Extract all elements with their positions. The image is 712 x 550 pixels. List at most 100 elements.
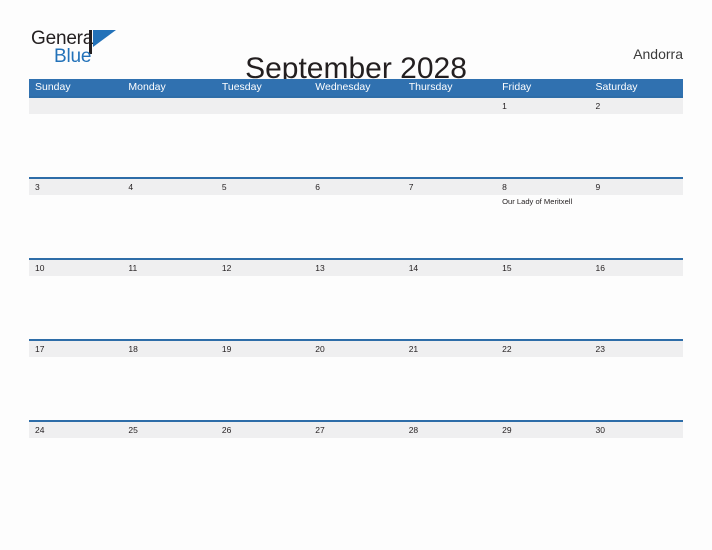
day-cell[interactable]: [403, 195, 496, 258]
day-number[interactable]: 7: [403, 179, 496, 195]
day-number[interactable]: 25: [122, 422, 215, 438]
week-date-band: 3 4 5 6 7 8 9: [29, 177, 683, 195]
day-cell[interactable]: [309, 276, 402, 339]
day-cell[interactable]: [496, 357, 589, 420]
day-cell[interactable]: [496, 114, 589, 177]
day-number[interactable]: 19: [216, 341, 309, 357]
day-number[interactable]: 24: [29, 422, 122, 438]
flag-banner: [93, 30, 116, 47]
day-cell[interactable]: [590, 114, 683, 177]
day-cell[interactable]: [403, 276, 496, 339]
day-cell[interactable]: [122, 357, 215, 420]
day-number[interactable]: 13: [309, 260, 402, 276]
day-number[interactable]: [309, 98, 402, 114]
day-cell[interactable]: [590, 195, 683, 258]
day-number[interactable]: 2: [590, 98, 683, 114]
calendar-page: General Blue September 2028 Andorra Sund…: [0, 0, 712, 550]
day-cell[interactable]: [29, 357, 122, 420]
day-number[interactable]: 9: [590, 179, 683, 195]
week-event-area: [29, 357, 683, 420]
calendar-grid: Sunday Monday Tuesday Wednesday Thursday…: [29, 79, 683, 501]
flag-triangle-icon: [89, 30, 116, 54]
week-event-area: [29, 438, 683, 501]
day-cell[interactable]: [122, 276, 215, 339]
day-number[interactable]: 22: [496, 341, 589, 357]
day-number[interactable]: 4: [122, 179, 215, 195]
week-event-area: [29, 114, 683, 177]
week-event-area: Our Lady of Meritxell: [29, 195, 683, 258]
day-number[interactable]: 14: [403, 260, 496, 276]
day-number[interactable]: 6: [309, 179, 402, 195]
day-cell[interactable]: [309, 438, 402, 501]
day-cell[interactable]: [309, 114, 402, 177]
day-event-holiday: Our Lady of Meritxell: [502, 197, 573, 206]
day-number[interactable]: 5: [216, 179, 309, 195]
day-number[interactable]: 11: [122, 260, 215, 276]
day-cell[interactable]: [216, 276, 309, 339]
day-number[interactable]: 8: [496, 179, 589, 195]
day-header-wednesday: Wednesday: [315, 81, 371, 93]
day-cell[interactable]: [216, 438, 309, 501]
day-number[interactable]: 15: [496, 260, 589, 276]
day-cell[interactable]: [122, 438, 215, 501]
day-cell[interactable]: [29, 276, 122, 339]
day-cell[interactable]: [216, 357, 309, 420]
day-header-sunday: Sunday: [35, 81, 71, 93]
day-cell[interactable]: [496, 276, 589, 339]
day-cell[interactable]: [403, 114, 496, 177]
day-cell[interactable]: [496, 438, 589, 501]
day-of-week-header-row: Sunday Monday Tuesday Wednesday Thursday…: [29, 79, 683, 96]
day-number[interactable]: 12: [216, 260, 309, 276]
day-number[interactable]: 23: [590, 341, 683, 357]
day-cell[interactable]: [29, 438, 122, 501]
country-label: Andorra: [633, 46, 683, 62]
week-date-band: 24 25 26 27 28 29 30: [29, 420, 683, 438]
day-number[interactable]: 28: [403, 422, 496, 438]
day-number[interactable]: 20: [309, 341, 402, 357]
day-cell[interactable]: [403, 357, 496, 420]
day-number[interactable]: 16: [590, 260, 683, 276]
day-number[interactable]: 17: [29, 341, 122, 357]
day-number[interactable]: [122, 98, 215, 114]
week-date-band: 10 11 12 13 14 15 16: [29, 258, 683, 276]
day-header-friday: Friday: [502, 81, 532, 93]
day-number[interactable]: [216, 98, 309, 114]
day-number[interactable]: 10: [29, 260, 122, 276]
day-number[interactable]: 3: [29, 179, 122, 195]
calendar-week-row: 10 11 12 13 14 15 16: [29, 258, 683, 339]
day-cell[interactable]: [216, 195, 309, 258]
day-cell[interactable]: [122, 195, 215, 258]
day-cell-holiday[interactable]: Our Lady of Meritxell: [496, 195, 589, 258]
day-cell[interactable]: [590, 357, 683, 420]
week-date-band: 1 2: [29, 96, 683, 114]
page-header: General Blue September 2028 Andorra: [0, 0, 712, 86]
day-cell[interactable]: [29, 114, 122, 177]
day-cell[interactable]: [29, 195, 122, 258]
day-cell[interactable]: [403, 438, 496, 501]
day-number[interactable]: 30: [590, 422, 683, 438]
day-cell[interactable]: [216, 114, 309, 177]
day-cell[interactable]: [309, 195, 402, 258]
day-number[interactable]: 29: [496, 422, 589, 438]
day-cell[interactable]: [309, 357, 402, 420]
calendar-week-row: 1 2: [29, 96, 683, 177]
day-header-tuesday: Tuesday: [221, 81, 262, 93]
day-number[interactable]: 21: [403, 341, 496, 357]
week-date-band: 17 18 19 20 21 22 23: [29, 339, 683, 357]
day-number[interactable]: 18: [122, 341, 215, 357]
day-number[interactable]: [29, 98, 122, 114]
day-number[interactable]: 1: [496, 98, 589, 114]
day-cell[interactable]: [590, 276, 683, 339]
day-number[interactable]: 26: [216, 422, 309, 438]
day-number[interactable]: 27: [309, 422, 402, 438]
week-event-area: [29, 276, 683, 339]
day-cell[interactable]: [590, 438, 683, 501]
day-header-monday: Monday: [128, 81, 166, 93]
day-header-saturday: Saturday: [595, 81, 638, 93]
day-number[interactable]: [403, 98, 496, 114]
calendar-week-row: 3 4 5 6 7 8 9 Our Lady of Meritxell: [29, 177, 683, 258]
calendar-week-row: 17 18 19 20 21 22 23: [29, 339, 683, 420]
day-cell[interactable]: [122, 114, 215, 177]
day-header-thursday: Thursday: [408, 81, 453, 93]
calendar-week-row: 24 25 26 27 28 29 30: [29, 420, 683, 501]
